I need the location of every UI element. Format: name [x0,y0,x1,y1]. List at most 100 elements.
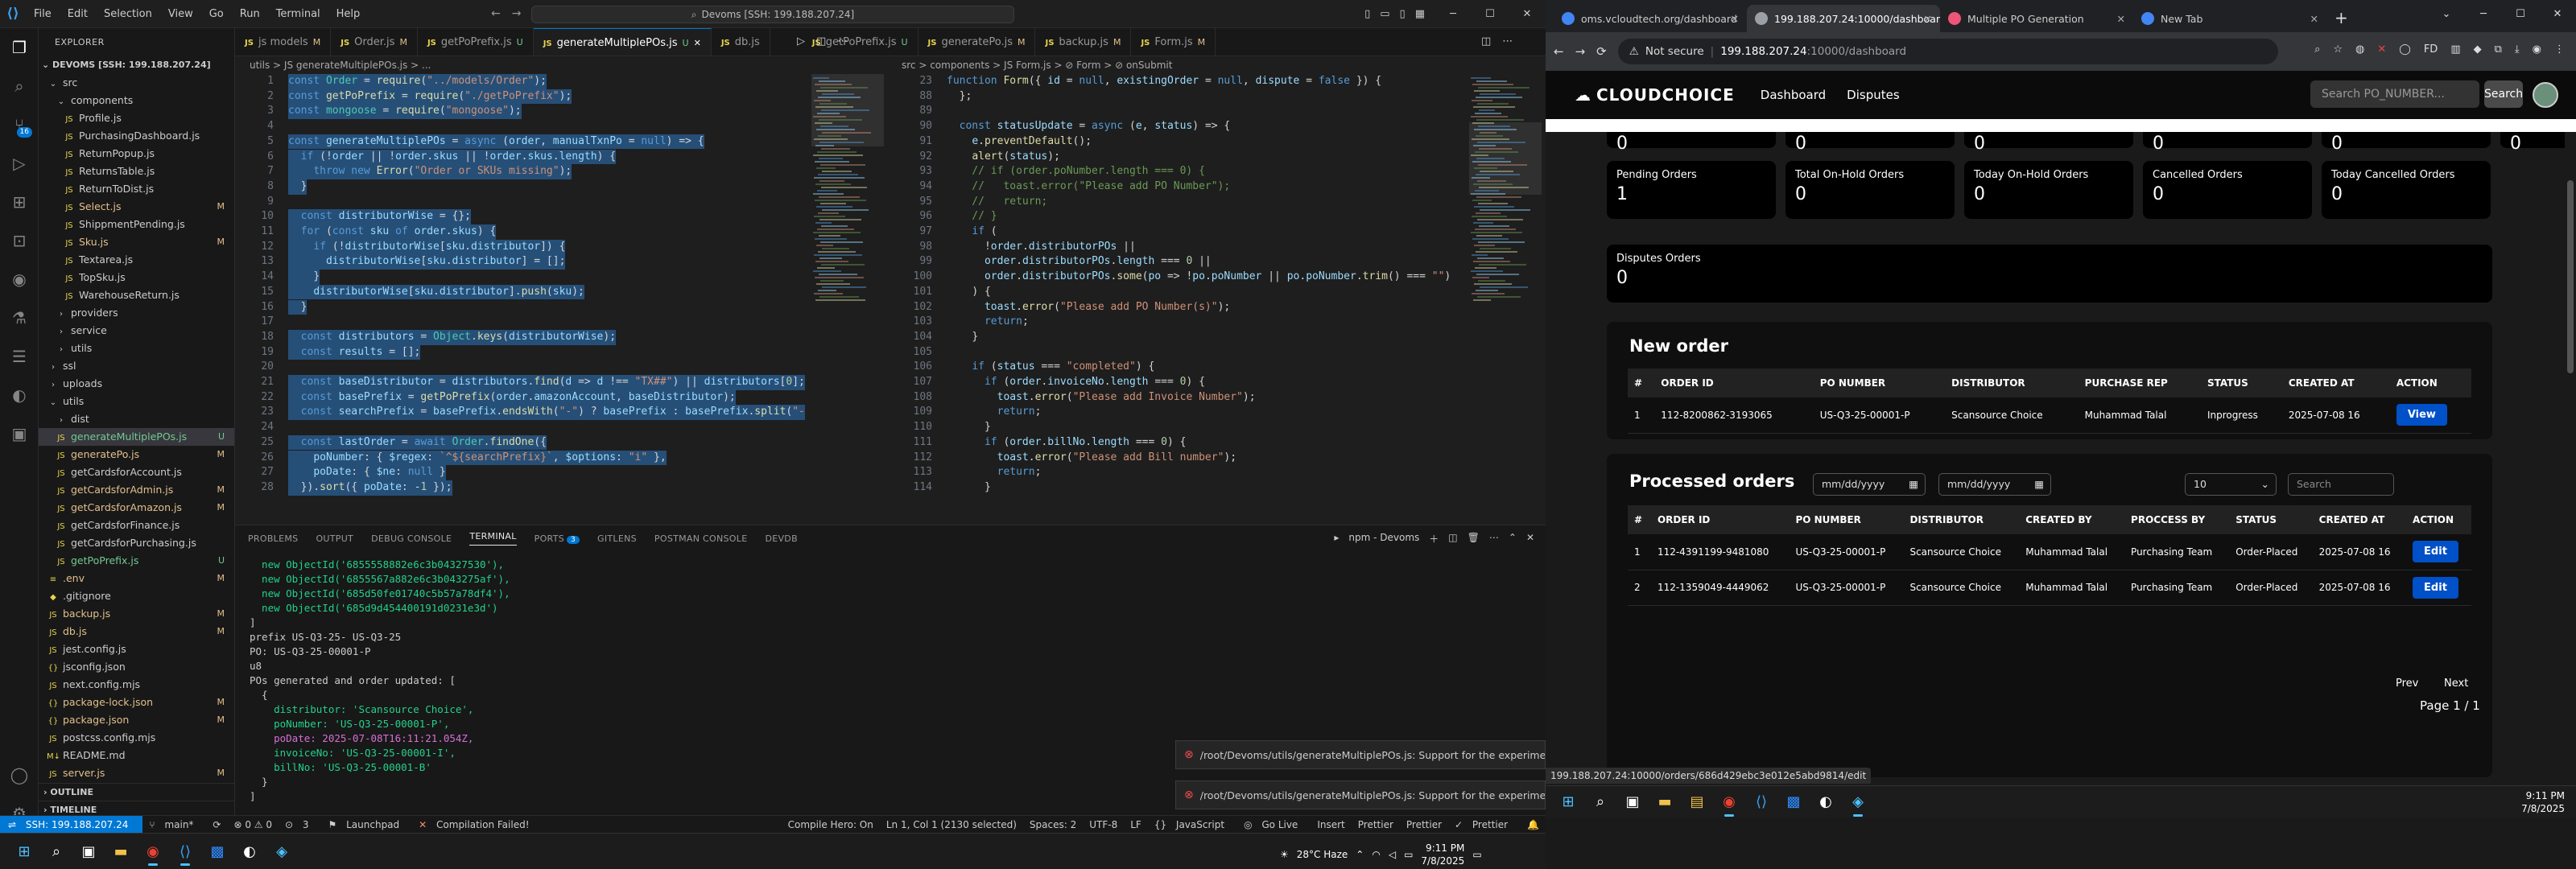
outline-section[interactable]: › OUTLINE [39,783,234,801]
code-line[interactable]: }; [947,89,972,105]
editor-right[interactable]: 23 function Form({ id = null, existingOrd… [894,74,1465,517]
forward-icon[interactable]: → [512,7,522,20]
file-item[interactable]: ◆ .gitignore [39,587,234,605]
task-view-icon[interactable]: ▣ [1616,788,1649,817]
split-editor-icon[interactable]: ◫ [1481,35,1491,47]
code-line[interactable]: } [947,330,978,345]
panel-tab-ports[interactable]: PORTS 3 [535,533,580,544]
file-item[interactable]: JS WarehouseReturn.js [39,286,234,304]
folder-item[interactable]: › service [39,322,234,340]
file-item[interactable]: JS ReturnPopup.js [39,145,234,163]
code-line[interactable]: if (order.invoiceNo.length === 0) { [947,375,1205,390]
cursor-position[interactable]: Ln 1, Col 1 (2130 selected) [880,819,1023,830]
store-icon[interactable]: ▤ [1681,788,1713,817]
code-line[interactable]: for (const sku of order.skus) { [288,224,497,240]
layout-secondary-icon[interactable]: ▯ [1400,8,1406,20]
browser-tab[interactable]: 199.188.207.24:10000/dashboard ✕ [1747,5,1940,32]
stat-card[interactable]: Today On-Hold Orders 0 [1964,161,2133,219]
code-line[interactable]: return; [947,315,1029,330]
chrome-icon[interactable]: ◉ [137,837,169,866]
stat-card[interactable]: 0 [2322,132,2491,154]
terminal-output[interactable]: new ObjectId('6855558882e6c3b04327530'),… [250,558,510,804]
table-row[interactable]: 2 112-1359049-4449062 US-Q3-25-00001-P Scan… [1628,570,2471,606]
layout-sidebar-icon[interactable]: ▯ [1364,8,1370,20]
file-explorer-icon[interactable]: ▬ [105,837,137,866]
volume-icon[interactable]: ◁ [1389,849,1396,860]
code-line[interactable]: const baseDistributor = distributors.fin… [288,375,805,390]
bookmark-star-icon[interactable]: ☆ [2333,43,2343,56]
file-item[interactable]: JS jest.config.js [39,640,234,658]
sync-icon[interactable]: ⟳ [206,819,227,830]
prettier-status[interactable]: ✓ Prettier [1448,819,1521,830]
edit-button[interactable]: Edit [2413,576,2458,599]
more-actions-icon[interactable]: ⋯ [1502,35,1513,47]
start-icon[interactable]: ⊞ [1552,788,1584,817]
tab-search-icon[interactable]: ⌄ [2428,0,2465,29]
file-item[interactable]: JS next.config.mjs [39,676,234,694]
extension-icon[interactable]: FD [2424,43,2438,56]
launchpad-indicator[interactable]: ⚑ Launchpad [322,819,413,830]
editor-left[interactable]: 1 const Order = require("../models/Order"… [235,74,807,517]
menu-go[interactable]: Go [201,0,232,28]
code-line[interactable]: if (!distributorWise[sku.distributor]) { [288,239,566,255]
po-search-input[interactable]: Search PO_NUMBER... [2310,80,2479,108]
file-item[interactable]: {} package-lock.json M [39,694,234,711]
close-tab-icon[interactable]: ✕ [1731,13,1739,25]
editor-tab[interactable]: JS Form.js M [1131,28,1216,56]
error-notification[interactable]: ⊗ /root/Devoms/utils/generateMultiplePOs.… [1175,780,1546,809]
forward-icon[interactable]: → [1575,44,1586,59]
account-icon[interactable]: ◯ [0,756,39,794]
close-tab-icon[interactable]: ✕ [2117,13,2125,25]
task-view-icon[interactable]: ▣ [72,837,105,866]
weather-text[interactable]: 28°C Haze [1297,849,1348,860]
folder-item[interactable]: › uploads [39,375,234,393]
breadcrumb-right[interactable]: src > components > JS Form.js > ⊘ Form >… [887,56,1172,74]
app-icon[interactable]: ◈ [1842,788,1874,817]
code-line[interactable]: const results = []; [288,344,421,360]
split-terminal-icon[interactable]: ◫ [1448,532,1457,546]
code-line[interactable]: const distributors = Object.keys(distrib… [288,329,617,345]
browser-tab[interactable]: Multiple PO Generation ✕ [1940,5,2133,32]
editor-tab[interactable]: JS db.js [712,28,770,56]
extensions-puzzle-icon[interactable]: ⧉ [2495,43,2502,56]
gitlens-icon[interactable]: ◉ [0,260,39,299]
code-line[interactable]: } [288,270,320,285]
omnibox[interactable]: ⚠ Not secure | 199.188.207.24:10000/dash… [1617,39,2278,64]
code-line[interactable]: const getPoPrefix = require("./getPoPref… [288,89,572,105]
extension-icon[interactable]: ◍ [2355,43,2364,56]
go-live[interactable]: ◎ Go Live [1237,819,1311,830]
folder-item[interactable]: ⌄ components [39,92,234,109]
zoom-icon[interactable]: ▩ [201,837,233,866]
vscode-icon[interactable]: ⟨⟩ [169,837,201,866]
layout-panel-icon[interactable]: ▭ [1380,8,1389,20]
vscode-icon[interactable]: ⟨⟩ [1745,788,1777,817]
code-line[interactable]: return; [947,465,1042,480]
start-icon[interactable]: ⊞ [8,837,40,866]
file-item[interactable]: {} package.json M [39,711,234,729]
search-button[interactable]: Search [2484,80,2523,108]
code-line[interactable]: poDate: { $ne: null } [288,465,446,480]
file-item[interactable]: JS Profile.js [39,109,234,127]
terminal-name[interactable]: npm - Devoms [1348,532,1419,546]
stat-card[interactable]: Cancelled Orders 0 [2143,161,2312,219]
code-line[interactable]: distributorWise[sku.distributor] = []; [288,254,566,270]
command-center-search[interactable]: ⌕ Devoms [SSH: 199.188.207.24] [531,6,1014,23]
editor-tab[interactable]: JS generateMultiplePOs.js U ✕ [533,28,712,56]
panel-tab-terminal[interactable]: TERMINAL [469,531,517,546]
more-actions-icon[interactable]: ⋯ [1489,532,1499,546]
view-button[interactable]: View [2396,404,2447,426]
code-line[interactable]: return; [947,405,1042,420]
chrome-icon[interactable]: ◉ [1713,788,1745,817]
file-item[interactable]: JS generatePo.js M [39,446,234,463]
minimap-right[interactable] [1469,74,1542,517]
prettier-status[interactable]: Prettier [1352,819,1400,830]
workspace-root[interactable]: ⌄ DEVOMS [SSH: 199.188.207.24] [39,56,234,74]
disputes-card[interactable]: Disputes Orders 0 [1607,245,2492,303]
menu-terminal[interactable]: Terminal [268,0,328,28]
file-item[interactable]: JS TopSku.js [39,269,234,286]
code-line[interactable]: if ( [947,224,997,240]
app-logo[interactable]: ☁ CLOUDCHOICE [1575,85,1735,105]
remote-indicator[interactable]: ⇌ SSH: 199.188.207.24 [0,815,143,834]
zoom-icon[interactable]: ▩ [1777,788,1810,817]
file-item[interactable]: {} jsconfig.json [39,658,234,676]
